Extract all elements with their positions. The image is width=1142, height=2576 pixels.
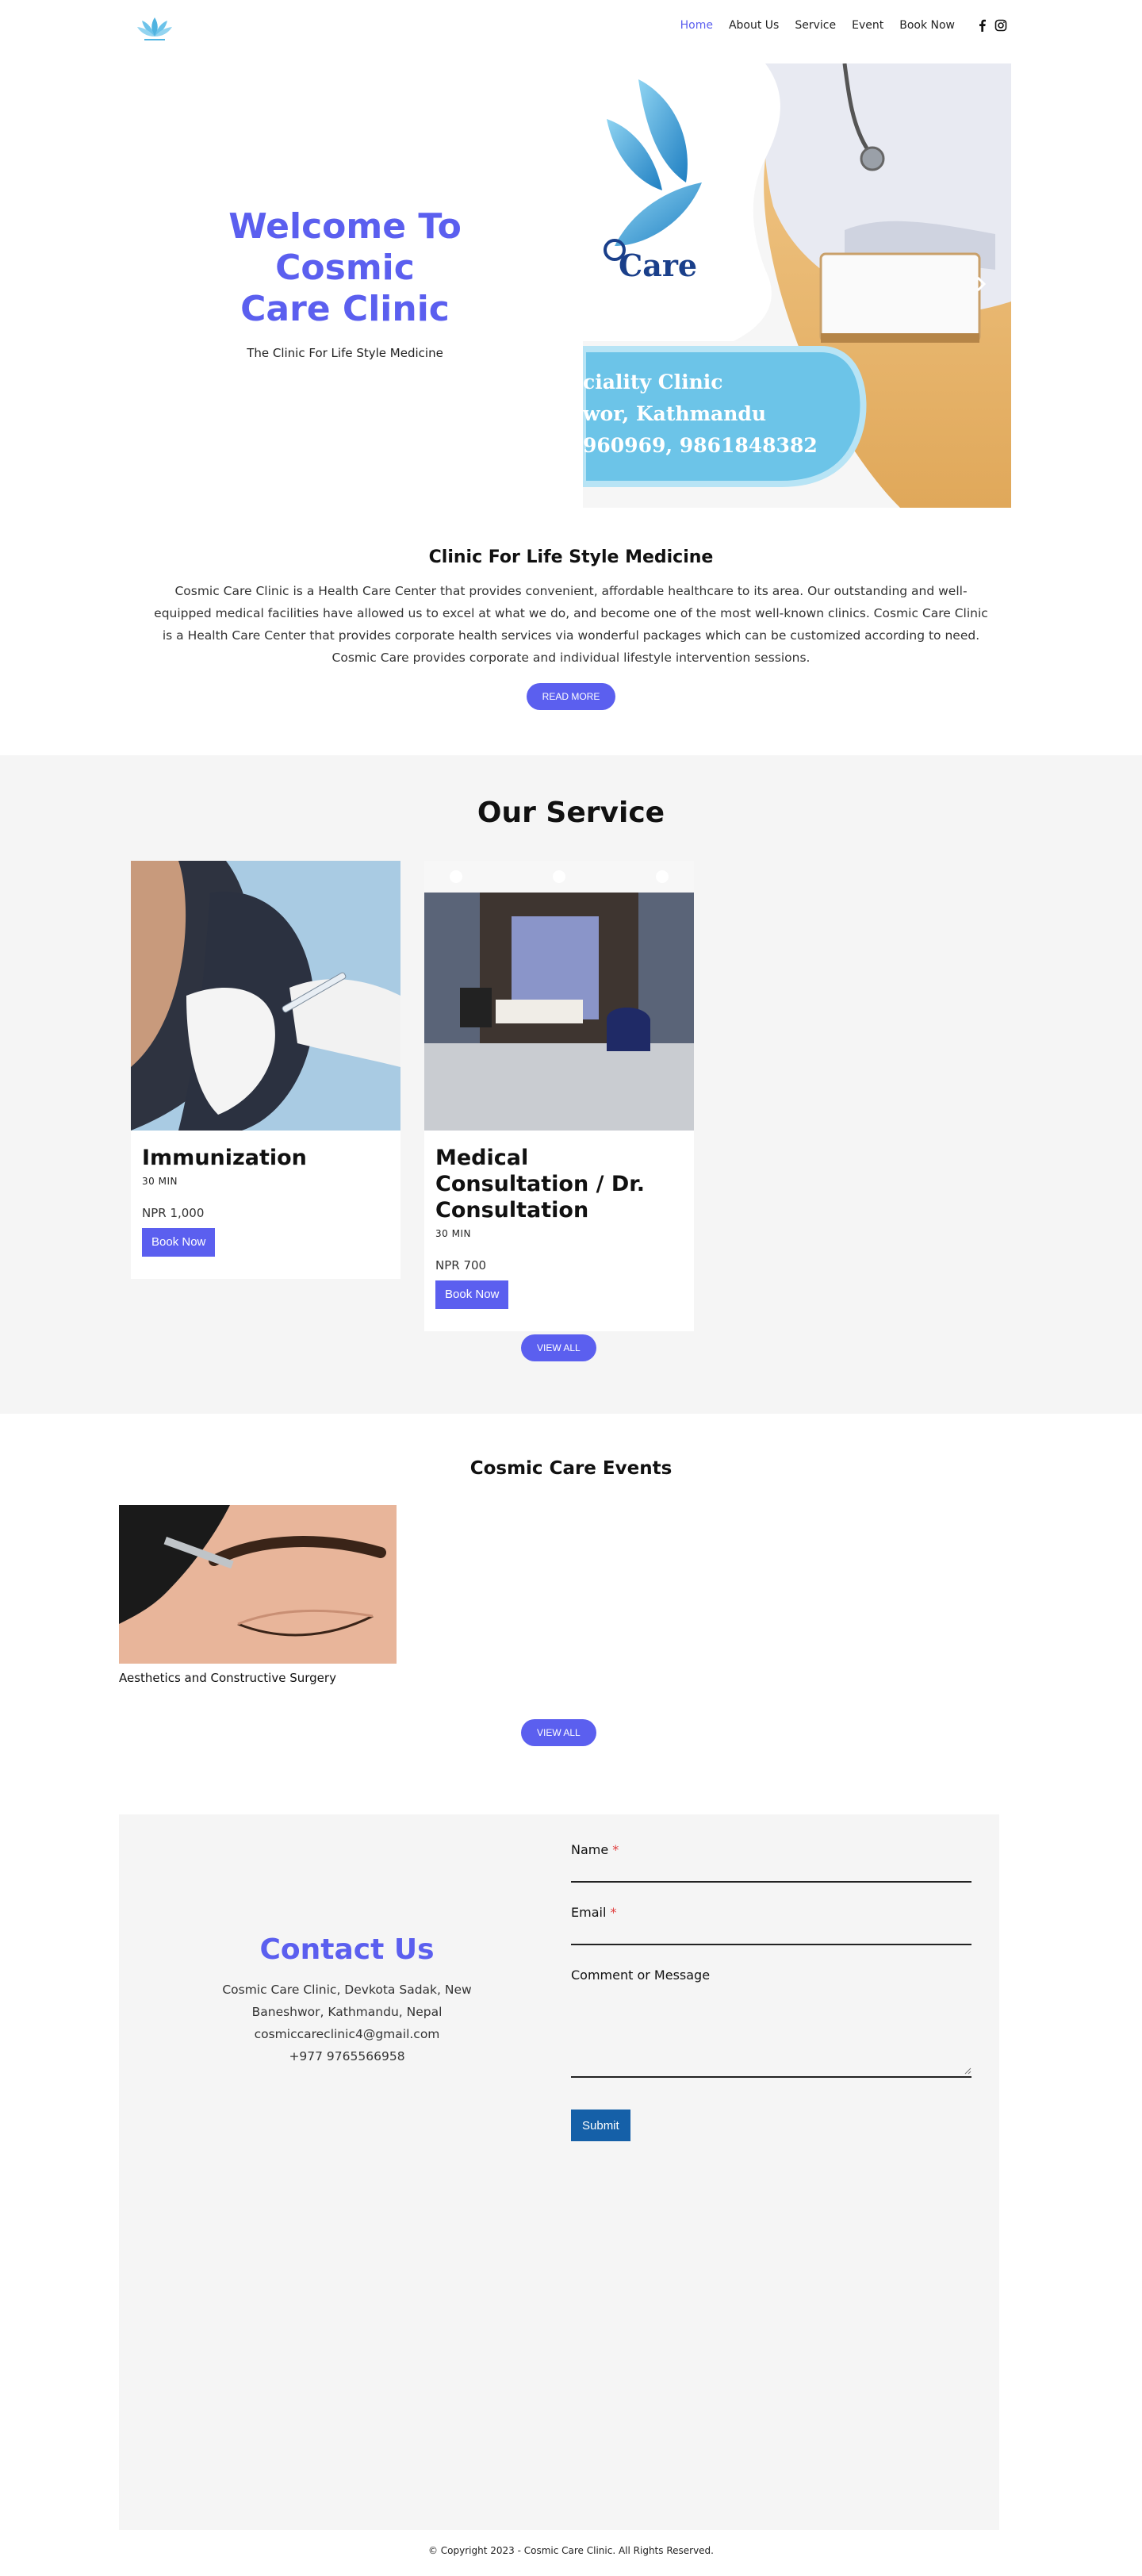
hero-text: Welcome To Cosmic Care Clinic The Clinic… <box>135 206 555 360</box>
hero-subtitle: The Clinic For Life Style Medicine <box>247 346 443 360</box>
view-all-events-button[interactable]: VIEW ALL <box>521 1719 596 1746</box>
book-now-button[interactable]: Book Now <box>142 1228 216 1257</box>
nav-book-now[interactable]: Book Now <box>899 19 955 32</box>
service-name: Immunization <box>142 1146 307 1170</box>
contact-email[interactable]: cosmiccareclinic4@gmail.com <box>119 2023 575 2045</box>
contact-info-block: Contact Us Cosmic Care Clinic, Devkota S… <box>119 1933 575 2067</box>
about-text: Cosmic Care Clinic is a Health Care Cent… <box>154 584 988 665</box>
about-section: Clinic For Life Style Medicine Cosmic Ca… <box>0 547 1142 710</box>
message-label: Comment or Message <box>571 1968 711 1983</box>
hero-title-line-3: Care Clinic <box>240 289 450 329</box>
service-card[interactable]: Medical Consultation / Dr. Consultation … <box>424 861 694 1331</box>
slide-brand-text: Care <box>619 248 697 283</box>
footer-copyright: © Copyright 2023 - Cosmic Care Clinic. A… <box>427 2545 714 2556</box>
service-card[interactable]: Immunization 30 MIN NPR 1,000 Book Now <box>131 861 400 1279</box>
email-field[interactable] <box>571 1920 971 1945</box>
hero-title: Welcome To Cosmic Care Clinic <box>135 206 555 330</box>
services-title: Our Service <box>477 797 665 829</box>
service-price: NPR 700 <box>435 1258 487 1273</box>
name-field[interactable] <box>571 1857 971 1883</box>
main-nav: Home About Us Service Event Book Now <box>680 19 1007 32</box>
nav-home[interactable]: Home <box>680 19 713 32</box>
view-all-services-button[interactable]: VIEW ALL <box>521 1334 596 1361</box>
events-title: Cosmic Care Events <box>469 1458 673 1479</box>
contact-address: Cosmic Care Clinic, Devkota Sadak, New B… <box>222 1983 472 2019</box>
book-now-button[interactable]: Book Now <box>435 1280 509 1309</box>
social-links <box>977 19 1007 32</box>
service-duration: 30 MIN <box>142 1176 178 1187</box>
name-label: Name * <box>571 1842 619 1857</box>
service-duration: 30 MIN <box>435 1228 471 1239</box>
instagram-icon[interactable] <box>994 19 1007 32</box>
lotus-logo-icon[interactable] <box>135 14 174 44</box>
service-name: Medical Consultation / Dr. Consultation <box>435 1146 645 1223</box>
event-caption[interactable]: Aesthetics and Constructive Surgery <box>119 1671 336 1685</box>
services-section: Our Service Immunization 30 MIN NPR 1,00… <box>0 755 1142 1414</box>
hero-slide-image: Care ciality Clinic wor, Kathmandu 96096… <box>583 63 1011 508</box>
service-price: NPR 1,000 <box>142 1206 205 1220</box>
message-field[interactable] <box>571 1983 971 2078</box>
nav-about-us[interactable]: About Us <box>729 19 779 32</box>
resize-handle-icon[interactable] <box>964 2067 971 2075</box>
contact-section: Contact Us Cosmic Care Clinic, Devkota S… <box>119 1814 999 2530</box>
hero-slider[interactable]: Care ciality Clinic wor, Kathmandu 96096… <box>583 63 1011 508</box>
nav-event[interactable]: Event <box>852 19 883 32</box>
facebook-icon[interactable] <box>977 19 987 32</box>
slide-text-line-3: 960969, 9861848382 <box>583 434 818 457</box>
service-image-immunization <box>131 861 400 1131</box>
slide-text-line-2: wor, Kathmandu <box>583 402 766 425</box>
event-image[interactable] <box>119 1505 397 1664</box>
email-label: Email * <box>571 1905 617 1920</box>
service-image-consultation <box>424 861 694 1131</box>
contact-form: Name * Email * Comment or Message Submit <box>571 1842 971 2141</box>
slide-text-line-1: ciality Clinic <box>583 370 722 394</box>
contact-phone[interactable]: +977 9765566958 <box>119 2045 575 2067</box>
read-more-button[interactable]: READ MORE <box>526 683 616 710</box>
nav-service[interactable]: Service <box>795 19 836 32</box>
submit-button[interactable]: Submit <box>571 2110 630 2141</box>
hero-title-line-1: Welcome To <box>228 206 462 247</box>
site-header: Home About Us Service Event Book Now <box>0 0 1142 56</box>
about-title: Clinic For Life Style Medicine <box>428 547 714 567</box>
contact-title: Contact Us <box>259 1933 435 1966</box>
hero-title-line-2: Cosmic <box>275 248 415 288</box>
